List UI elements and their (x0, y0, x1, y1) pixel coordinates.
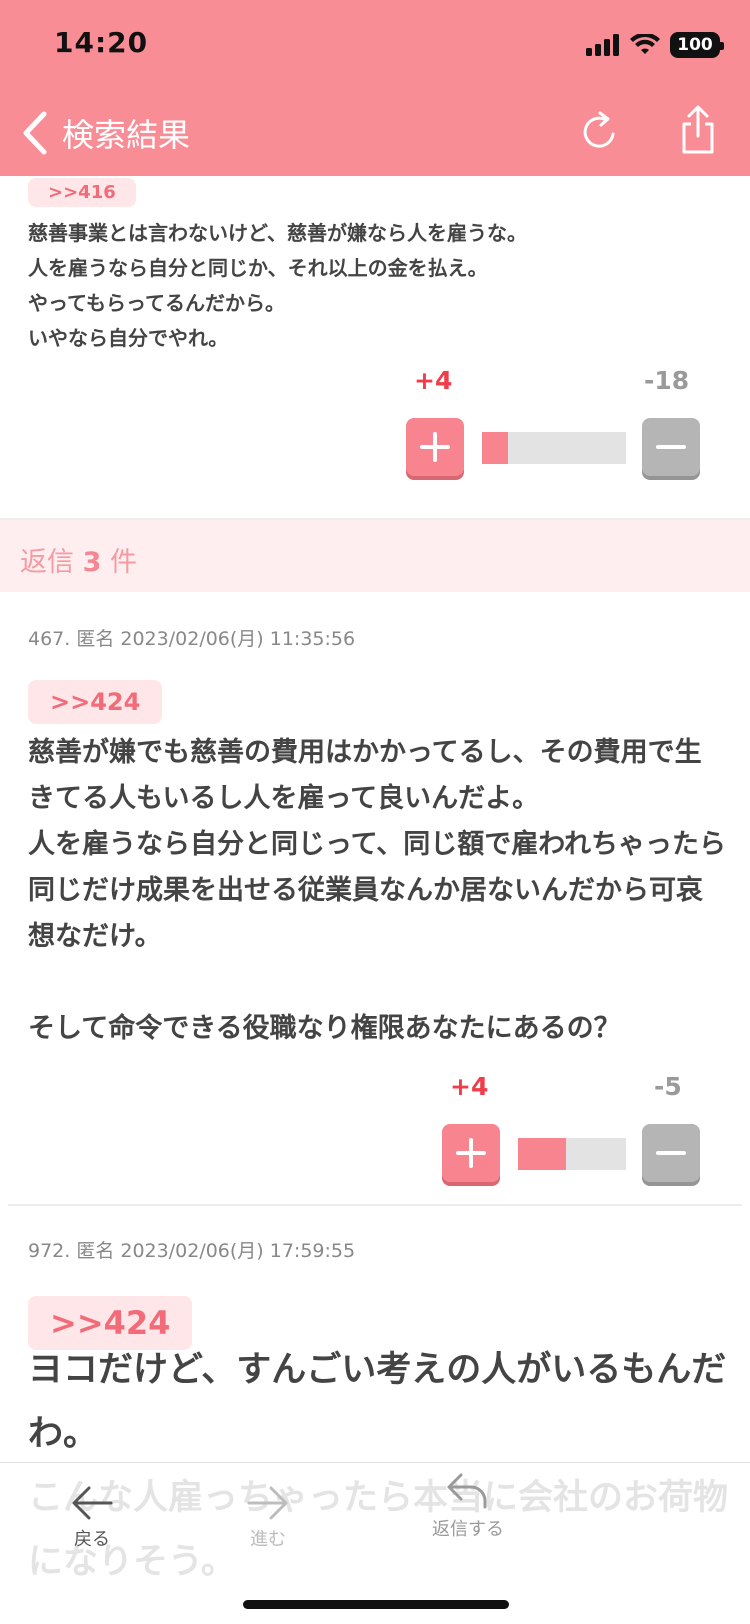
status-icons: 100 (586, 30, 724, 60)
minus-button[interactable] (642, 1124, 700, 1182)
comment-list[interactable]: >>416 慈善事業とは言わないけど、慈善が嫌なら人を雇うな。 人を雇うなら自分… (0, 176, 750, 1624)
back-label: 戻る (74, 1529, 110, 1550)
home-indicator (243, 1600, 509, 1609)
header: 14:20 100 検索結果 (0, 0, 750, 176)
arrow-right-icon (247, 1486, 288, 1520)
share-icon[interactable] (678, 104, 718, 156)
forward-button[interactable]: 進む (208, 1483, 328, 1551)
status-time: 14:20 (54, 26, 149, 59)
signal-icon (586, 34, 619, 56)
reply-arrow-icon (447, 1473, 487, 1509)
plus-count: +4 (450, 1072, 489, 1101)
nav-title[interactable]: 検索結果 (62, 110, 190, 156)
reply-button[interactable]: 返信する (408, 1469, 528, 1541)
wifi-icon (630, 34, 660, 54)
vote-ratio-bar (518, 1138, 626, 1170)
plus-button[interactable] (442, 1124, 500, 1182)
arrow-left-icon (72, 1486, 113, 1520)
reload-icon[interactable] (580, 110, 620, 154)
back-chevron-icon[interactable] (16, 108, 56, 158)
back-button[interactable]: 戻る (32, 1483, 152, 1551)
divider (8, 1204, 742, 1206)
battery-icon: 100 (670, 32, 724, 58)
reply-label: 返信する (432, 1519, 504, 1540)
vote-ratio-fill (518, 1138, 566, 1170)
vote-widget: +4 -5 (0, 176, 750, 1376)
comment-meta: 972. 匿名 2023/02/06(月) 17:59:55 (28, 1240, 356, 1262)
forward-label: 進む (250, 1529, 286, 1550)
minus-count: -5 (654, 1072, 682, 1101)
